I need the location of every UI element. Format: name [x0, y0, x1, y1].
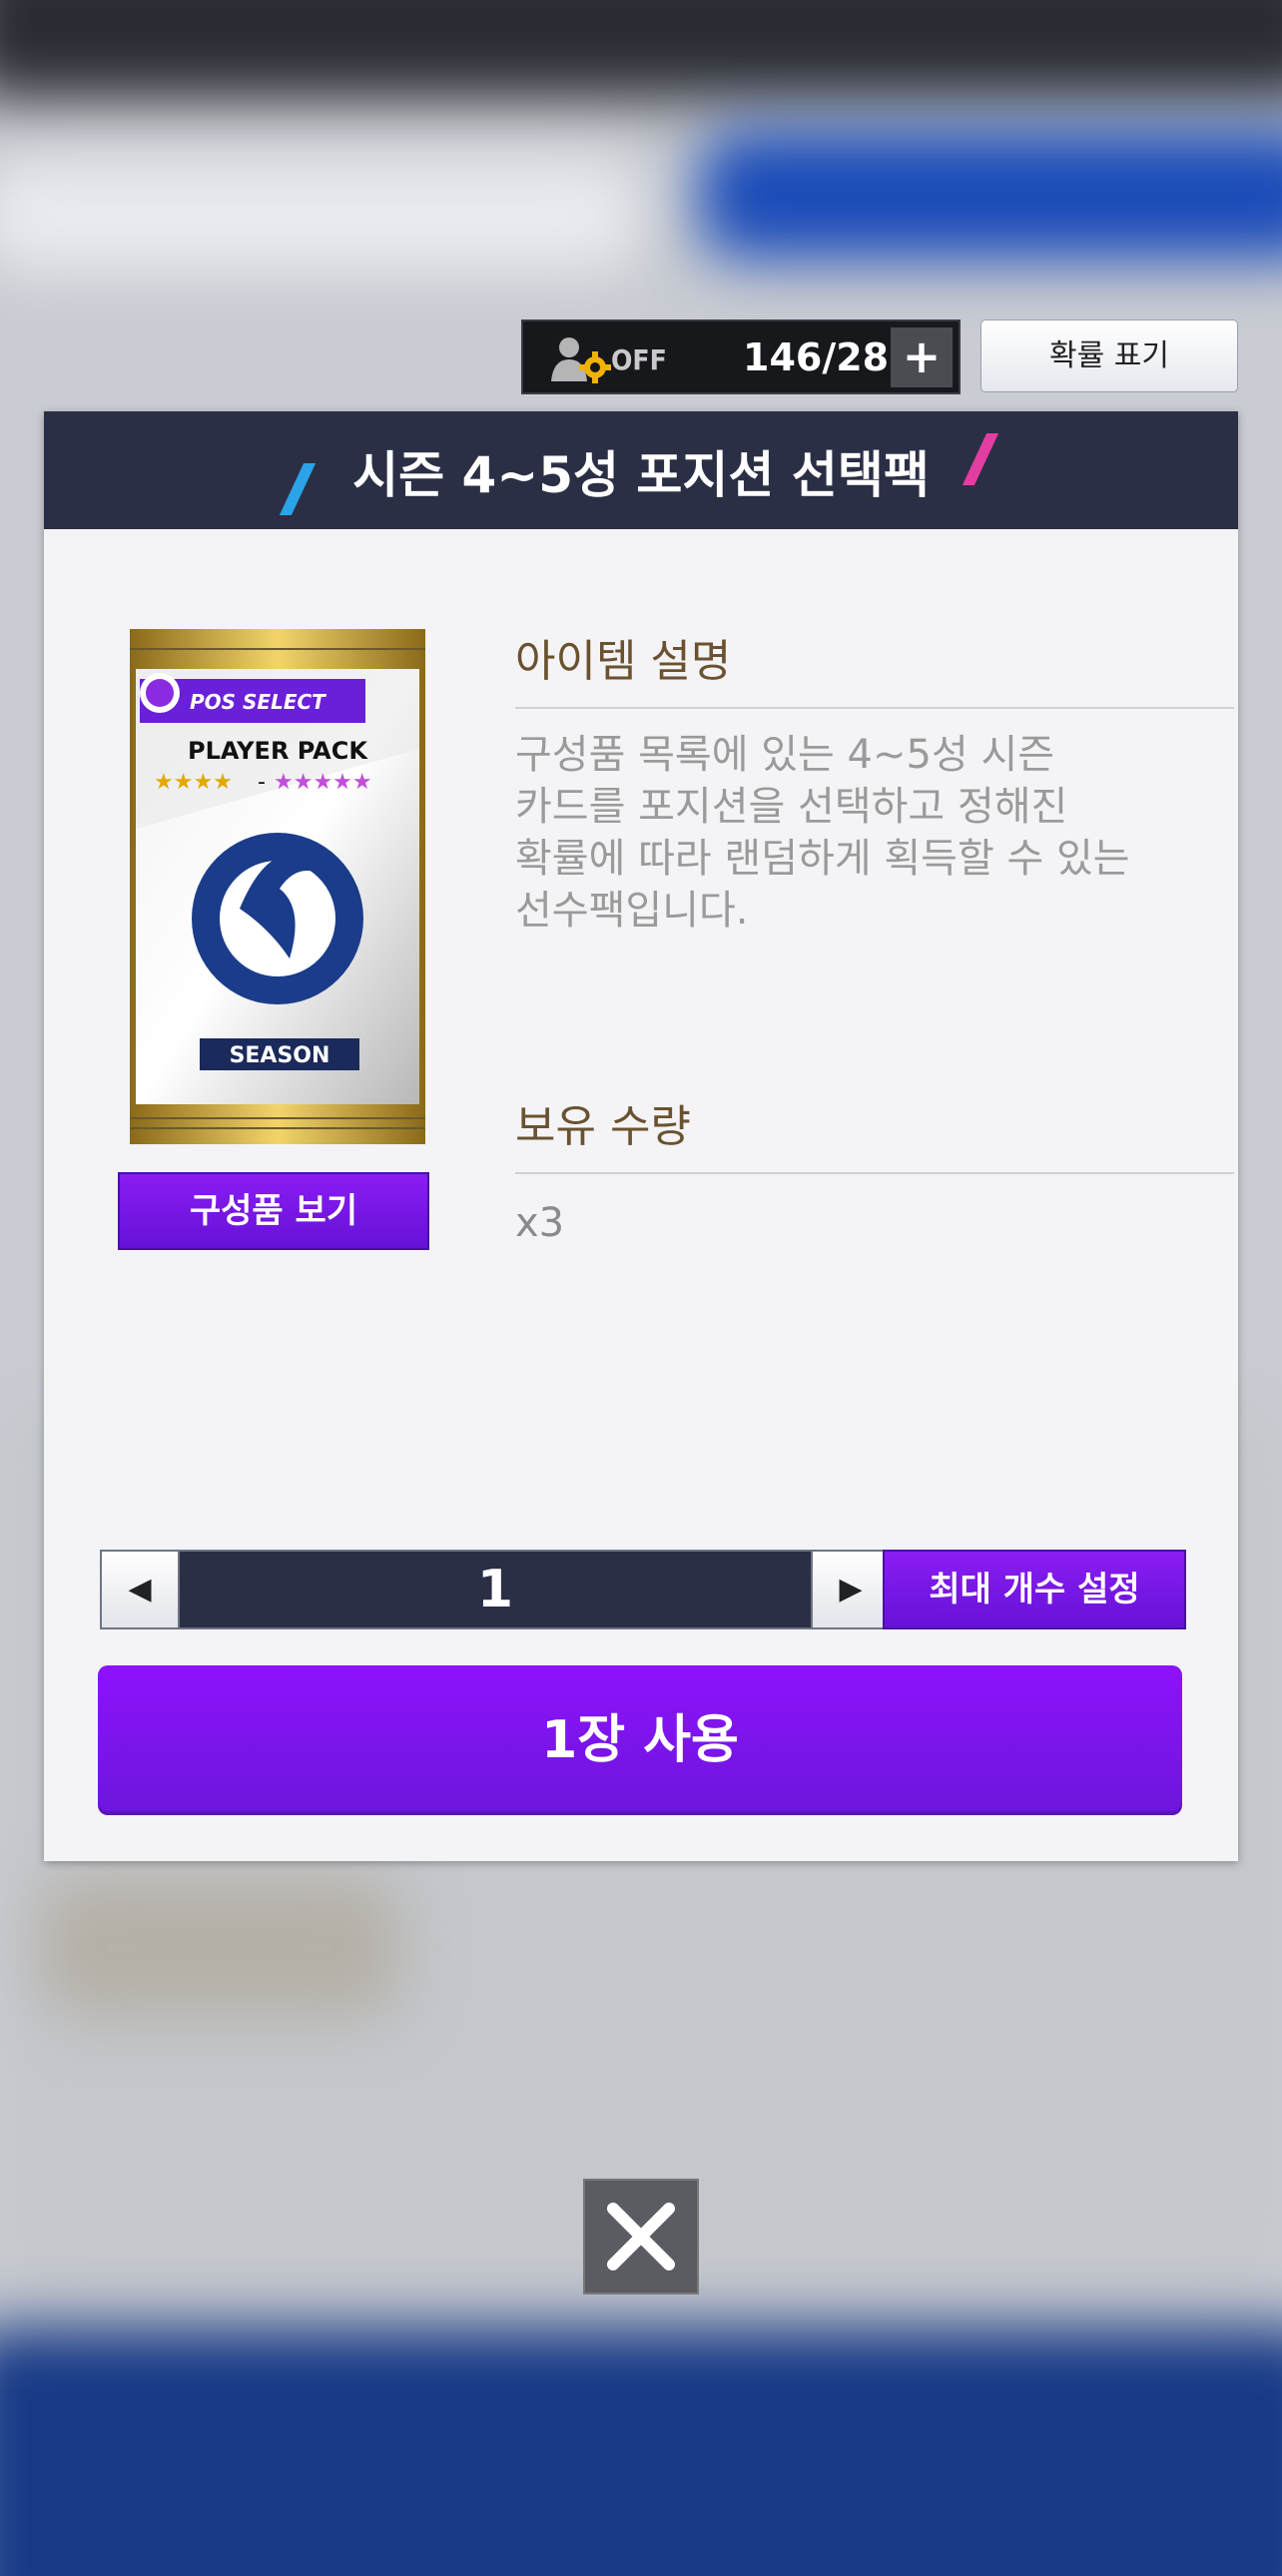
- view-contents-button[interactable]: 구성품 보기: [118, 1172, 429, 1250]
- quantity-value: 1: [476, 1560, 514, 1619]
- pack-stars-separator: -: [258, 770, 266, 795]
- decrement-button[interactable]: ◀: [102, 1552, 180, 1627]
- left-arrow-icon: ◀: [128, 1572, 152, 1607]
- description-text: 구성품 목록에 있는 4~5성 시즌 카드를 포지션을 선택하고 정해진 확률에…: [515, 732, 1130, 934]
- description-title: 아이템 설명: [515, 636, 732, 687]
- pack-banner: POS SELECT: [190, 690, 326, 714]
- item-modal: 시즌 4~5성 포지션 선택팩 POS SELECT PLAYER PACK ★…: [44, 411, 1238, 1861]
- increment-button[interactable]: ▶: [811, 1552, 889, 1627]
- pack-stars-right: ★★★★★: [274, 770, 372, 795]
- holding-quantity: x3: [515, 1200, 565, 1246]
- quantity-stepper: ◀ 1 ▶: [100, 1550, 891, 1629]
- set-max-button[interactable]: 최대 개수 설정: [883, 1550, 1186, 1629]
- description-divider: [515, 707, 1234, 709]
- player-pack-image: POS SELECT PLAYER PACK ★★★★ - ★★★★★ SEAS…: [130, 629, 425, 1144]
- modal-title: 시즌 4~5성 포지션 선택팩: [352, 446, 930, 504]
- holding-divider: [515, 1172, 1234, 1174]
- auto-sell-toggle[interactable]: OFF 146/280 +: [521, 320, 961, 394]
- expand-inventory-button[interactable]: +: [891, 327, 953, 387]
- right-arrow-icon: ▶: [839, 1572, 863, 1607]
- pack-stars-left: ★★★★: [154, 770, 233, 795]
- pack-name: PLAYER PACK: [188, 737, 368, 765]
- use-button[interactable]: 1장 사용: [98, 1665, 1182, 1815]
- pack-season-label: SEASON: [230, 1043, 330, 1068]
- close-icon: [607, 2203, 675, 2270]
- inventory-count: 146/280: [743, 335, 916, 379]
- close-button[interactable]: [583, 2179, 699, 2294]
- auto-status-label: OFF: [611, 343, 667, 376]
- probability-button[interactable]: 확률 표기: [980, 320, 1238, 392]
- modal-header: 시즌 4~5성 포지션 선택팩: [44, 411, 1238, 529]
- holding-title: 보유 수량: [515, 1101, 691, 1152]
